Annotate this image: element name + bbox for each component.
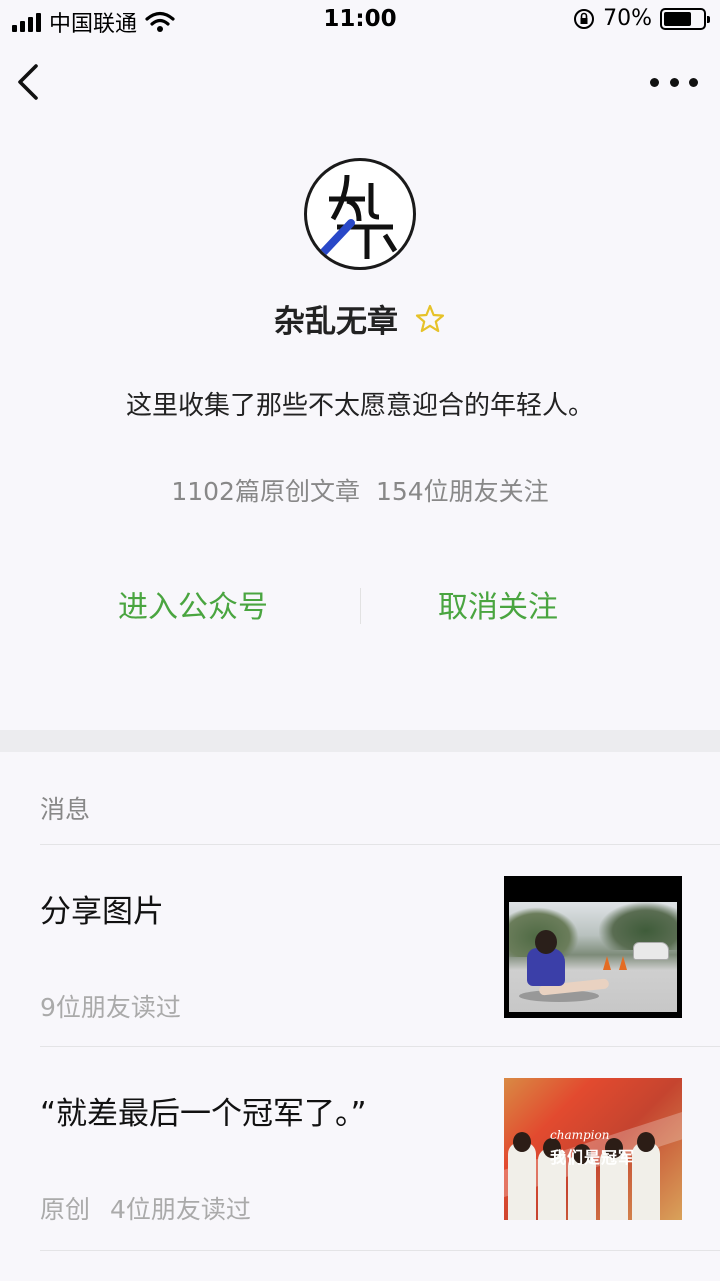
action-divider: [360, 588, 361, 624]
read-count: 4位朋友读过: [110, 1195, 251, 1224]
read-count: 9位朋友读过: [40, 993, 181, 1022]
message-thumbnail: [504, 876, 682, 1018]
back-button[interactable]: [14, 58, 54, 106]
message-meta: 原创 4位朋友读过: [40, 1190, 251, 1226]
account-description: 这里收集了那些不太愿意迎合的年轻人。: [125, 391, 594, 421]
chevron-left-icon: [18, 64, 38, 100]
status-bar: 中国联通 11:00 70%: [0, 0, 720, 40]
thumbnail-caption-en: champion: [550, 1128, 610, 1142]
divider: [40, 844, 720, 845]
more-dot-icon: [669, 77, 679, 87]
unfollow-button[interactable]: 取消关注: [438, 582, 558, 626]
account-stats: 1102篇原创文章 154位朋友关注: [0, 472, 720, 508]
nav-bar: [0, 52, 720, 112]
orientation-lock-icon: [574, 8, 595, 29]
star-outline-icon[interactable]: [414, 303, 446, 335]
account-avatar[interactable]: [304, 158, 416, 270]
more-dot-icon: [689, 77, 698, 87]
message-title: 分享图片: [40, 894, 164, 930]
section-gap: [0, 730, 720, 752]
messages-header: 消息: [40, 795, 91, 824]
original-tag: 原创: [40, 1195, 91, 1224]
message-title: “就差最后一个冠军了。”: [40, 1096, 367, 1132]
account-logo: [315, 174, 398, 261]
enter-account-button[interactable]: 进入公众号: [118, 582, 268, 626]
followers-count: 154位朋友关注: [375, 477, 549, 506]
title-row: 杂乱无章: [0, 296, 720, 341]
list-item[interactable]: “就差最后一个冠军了。” 原创 4位朋友读过 champion 我们是冠军: [0, 1078, 720, 1278]
divider: [40, 1046, 720, 1047]
battery-icon: [660, 7, 710, 30]
divider: [40, 1250, 720, 1251]
thumbnail-caption-cn: 我们是冠军: [550, 1148, 636, 1167]
message-thumbnail: champion 我们是冠军: [504, 1078, 682, 1220]
account-name: 杂乱无章: [274, 304, 398, 340]
articles-count: 1102篇原创文章: [171, 477, 360, 506]
message-meta: 9位朋友读过: [40, 988, 181, 1024]
more-button[interactable]: [650, 60, 698, 104]
more-dot-icon: [650, 77, 659, 87]
action-bar: 进入公众号 取消关注: [0, 582, 720, 630]
battery-percent: 70%: [603, 6, 652, 31]
